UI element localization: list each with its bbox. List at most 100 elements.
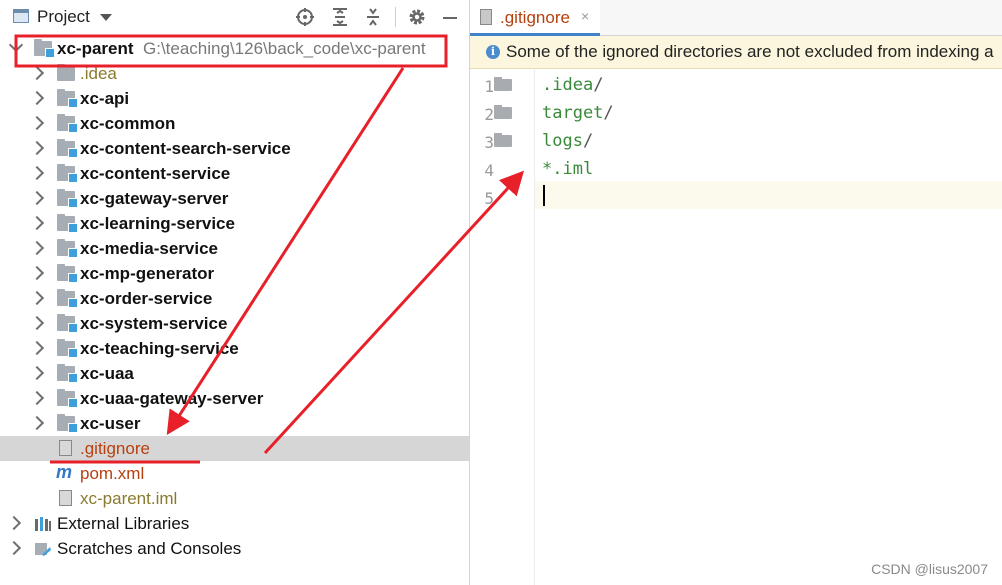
tree-item-label: xc-common	[80, 114, 176, 133]
tree-item-label: xc-learning-service	[80, 214, 235, 233]
chevron-right-icon[interactable]	[29, 415, 45, 431]
module-folder-icon	[57, 89, 78, 108]
file-label: xc-parent.iml	[80, 489, 178, 508]
tree-item-xc-learning-service[interactable]: xc-learning-service	[0, 211, 469, 236]
chevron-right-icon[interactable]	[29, 215, 45, 231]
module-folder-icon	[57, 389, 78, 408]
tree-item-xc-gateway-server[interactable]: xc-gateway-server	[0, 186, 469, 211]
tree-item-xc-uaa-gateway-server[interactable]: xc-uaa-gateway-server	[0, 386, 469, 411]
project-window-icon	[13, 9, 29, 23]
tree-item-xc-content-service[interactable]: xc-content-service	[0, 161, 469, 186]
scratches-icon	[35, 543, 51, 556]
code-line[interactable]: logs/	[542, 131, 593, 151]
tree-item-label: xc-user	[80, 414, 141, 433]
collapse-all-icon[interactable]	[363, 7, 383, 27]
module-folder-icon	[57, 289, 78, 308]
folder-icon	[494, 77, 512, 91]
code-slash: /	[582, 131, 594, 151]
chevron-right-icon[interactable]	[29, 140, 45, 156]
module-folder-icon	[57, 214, 78, 233]
chevron-right-icon[interactable]	[29, 165, 45, 181]
line-number: 5	[484, 189, 494, 208]
chevron-right-icon[interactable]	[29, 240, 45, 256]
tree-file-iml[interactable]: xc-parent.iml	[0, 486, 469, 511]
module-folder-icon	[57, 339, 78, 358]
module-folder-icon	[57, 314, 78, 333]
file-label: pom.xml	[80, 464, 145, 483]
module-folder-icon	[57, 364, 78, 383]
scratches-label: Scratches and Consoles	[57, 539, 242, 558]
expand-all-icon[interactable]	[330, 7, 350, 27]
watermark: CSDN @lisus2007	[871, 561, 988, 577]
tree-item-idea[interactable]: .idea	[0, 61, 469, 86]
code-text: logs	[542, 131, 583, 151]
tree-item-xc-api[interactable]: xc-api	[0, 86, 469, 111]
project-panel: Project xc-parent G:\teaching\126\back_c…	[0, 0, 469, 585]
tree-file-gitignore[interactable]: .gitignore	[0, 436, 469, 461]
tree-root-xc-parent[interactable]: xc-parent G:\teaching\126\back_code\xc-p…	[0, 36, 469, 61]
line-number: 3	[484, 133, 494, 152]
chevron-right-icon[interactable]	[29, 365, 45, 381]
chevron-right-icon[interactable]	[6, 540, 22, 556]
locate-icon[interactable]	[295, 7, 315, 27]
line-number: 1	[484, 77, 494, 96]
chevron-right-icon[interactable]	[29, 265, 45, 281]
chevron-right-icon[interactable]	[29, 190, 45, 206]
tree-scratches[interactable]: Scratches and Consoles	[0, 536, 469, 561]
folder-icon	[494, 105, 512, 119]
code-text: .idea	[542, 75, 594, 95]
module-folder-icon	[57, 114, 78, 133]
tree-item-xc-system-service[interactable]: xc-system-service	[0, 311, 469, 336]
tree-file-pom[interactable]: m pom.xml	[0, 461, 469, 486]
close-icon[interactable]: ×	[581, 8, 589, 24]
notification-text: Some of the ignored directories are not …	[506, 42, 994, 61]
tree-item-xc-media-service[interactable]: xc-media-service	[0, 236, 469, 261]
module-folder-icon	[57, 189, 78, 208]
chevron-down-icon[interactable]	[100, 14, 112, 21]
tree-item-xc-content-search-service[interactable]: xc-content-search-service	[0, 136, 469, 161]
chevron-right-icon[interactable]	[29, 390, 45, 406]
tree-item-label: xc-content-service	[80, 164, 231, 183]
tree-item-xc-teaching-service[interactable]: xc-teaching-service	[0, 336, 469, 361]
tree-item-xc-uaa[interactable]: xc-uaa	[0, 361, 469, 386]
minimize-icon[interactable]	[440, 7, 460, 27]
tree-item-label: xc-content-search-service	[80, 139, 291, 158]
code-line[interactable]: *.iml	[542, 159, 593, 179]
tree-item-label: xc-media-service	[80, 239, 218, 258]
gear-icon[interactable]	[407, 7, 427, 27]
info-icon: i	[486, 45, 500, 59]
folder-icon	[57, 64, 75, 81]
gitignore-file-icon	[480, 9, 492, 25]
chevron-right-icon[interactable]	[29, 340, 45, 356]
code-line[interactable]: target/	[542, 103, 614, 123]
tree-item-xc-mp-generator[interactable]: xc-mp-generator	[0, 261, 469, 286]
toolbar-divider	[395, 7, 396, 27]
tree-item-label: .idea	[80, 64, 117, 83]
chevron-right-icon[interactable]	[29, 315, 45, 331]
tab-gitignore[interactable]: .gitignore ×	[470, 0, 600, 36]
code-text: *.iml	[542, 159, 594, 179]
tab-label: .gitignore	[500, 8, 570, 27]
code-line[interactable]: .idea/	[542, 75, 603, 95]
chevron-down-icon[interactable]	[8, 37, 24, 53]
tree-item-label: xc-order-service	[80, 289, 213, 308]
text-caret	[543, 185, 545, 206]
chevron-right-icon[interactable]	[6, 515, 22, 531]
module-folder-icon	[57, 239, 78, 258]
gitignore-file-icon	[59, 440, 72, 456]
tree-item-xc-common[interactable]: xc-common	[0, 111, 469, 136]
chevron-right-icon[interactable]	[29, 90, 45, 106]
chevron-right-icon[interactable]	[29, 65, 45, 81]
tree-item-xc-order-service[interactable]: xc-order-service	[0, 286, 469, 311]
chevron-right-icon[interactable]	[29, 115, 45, 131]
tree-item-label: xc-api	[80, 89, 130, 108]
module-folder-icon	[34, 39, 55, 58]
chevron-right-icon[interactable]	[29, 290, 45, 306]
module-folder-icon	[57, 164, 78, 183]
tree-external-libraries[interactable]: External Libraries	[0, 511, 469, 536]
project-panel-title[interactable]: Project	[37, 7, 90, 27]
indexing-notification: i Some of the ignored directories are no…	[470, 36, 1002, 69]
line-number: 4	[484, 161, 494, 180]
tree-item-xc-user[interactable]: xc-user	[0, 411, 469, 436]
root-name: xc-parent	[57, 39, 134, 58]
